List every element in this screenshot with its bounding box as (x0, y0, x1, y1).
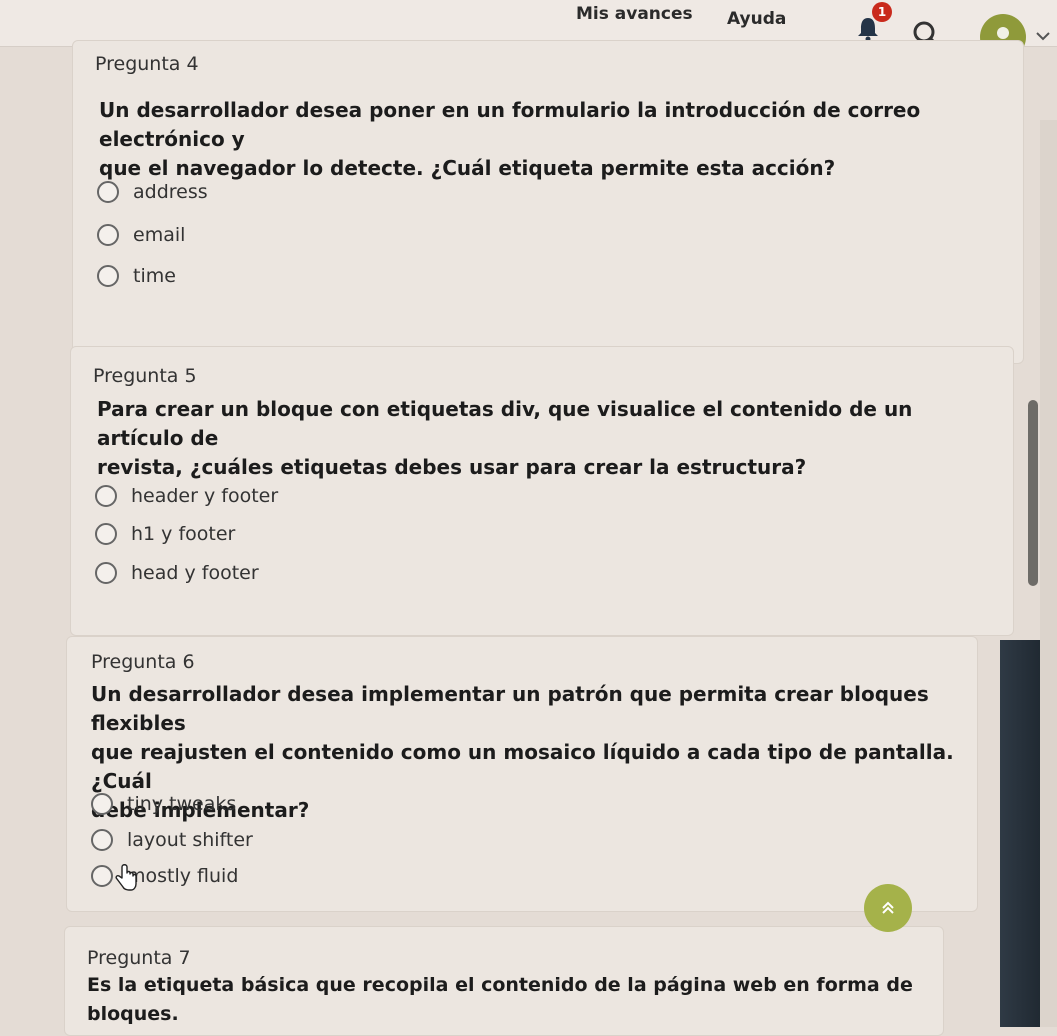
option-header-y-footer[interactable]: header y footer (95, 485, 278, 507)
hand-cursor-icon (115, 864, 137, 891)
question-number: Pregunta 7 (87, 947, 191, 969)
scroll-to-top-button[interactable] (864, 884, 912, 932)
question-number: Pregunta 6 (91, 651, 195, 673)
option-h1-y-footer[interactable]: h1 y footer (95, 523, 235, 545)
option-tiny-tweaks[interactable]: tiny tweaks (91, 793, 236, 815)
option-time[interactable]: time (97, 265, 176, 287)
radio-button[interactable] (95, 485, 117, 507)
radio-button[interactable] (97, 224, 119, 246)
option-address[interactable]: address (97, 181, 208, 203)
scrollbar-thumb[interactable] (1028, 400, 1038, 586)
option-layout-shifter[interactable]: layout shifter (91, 829, 253, 851)
option-head-y-footer[interactable]: head y footer (95, 562, 259, 584)
question-text: Un desarrollador desea poner en un formu… (99, 98, 921, 180)
chevron-down-icon[interactable] (1034, 28, 1052, 44)
radio-button[interactable] (97, 181, 119, 203)
radio-button[interactable] (95, 562, 117, 584)
question-text: Para crear un bloque con etiquetas div, … (97, 397, 913, 479)
question-number: Pregunta 4 (95, 53, 199, 75)
question-number: Pregunta 5 (93, 365, 197, 387)
notification-badge: 1 (872, 2, 892, 22)
question-text: Es la etiqueta básica que recopila el co… (87, 974, 913, 1025)
double-chevron-up-icon (882, 901, 894, 914)
nav-mis-avances[interactable]: Mis avances (576, 4, 693, 24)
radio-button[interactable] (95, 523, 117, 545)
question-card-5: Pregunta 5 Para crear un bloque con etiq… (70, 346, 1014, 636)
question-card-6: Pregunta 6 Un desarrollador desea implem… (66, 636, 978, 912)
radio-button[interactable] (97, 265, 119, 287)
question-card-4: Pregunta 4 Un desarrollador desea poner … (72, 40, 1024, 364)
option-email[interactable]: email (97, 224, 185, 246)
radio-button[interactable] (91, 829, 113, 851)
question-card-7: Pregunta 7 Es la etiqueta básica que rec… (64, 926, 944, 1036)
scrollbar-track[interactable] (1040, 120, 1057, 1027)
radio-button[interactable] (91, 865, 113, 887)
nav-ayuda[interactable]: Ayuda (727, 9, 786, 29)
radio-button[interactable] (91, 793, 113, 815)
